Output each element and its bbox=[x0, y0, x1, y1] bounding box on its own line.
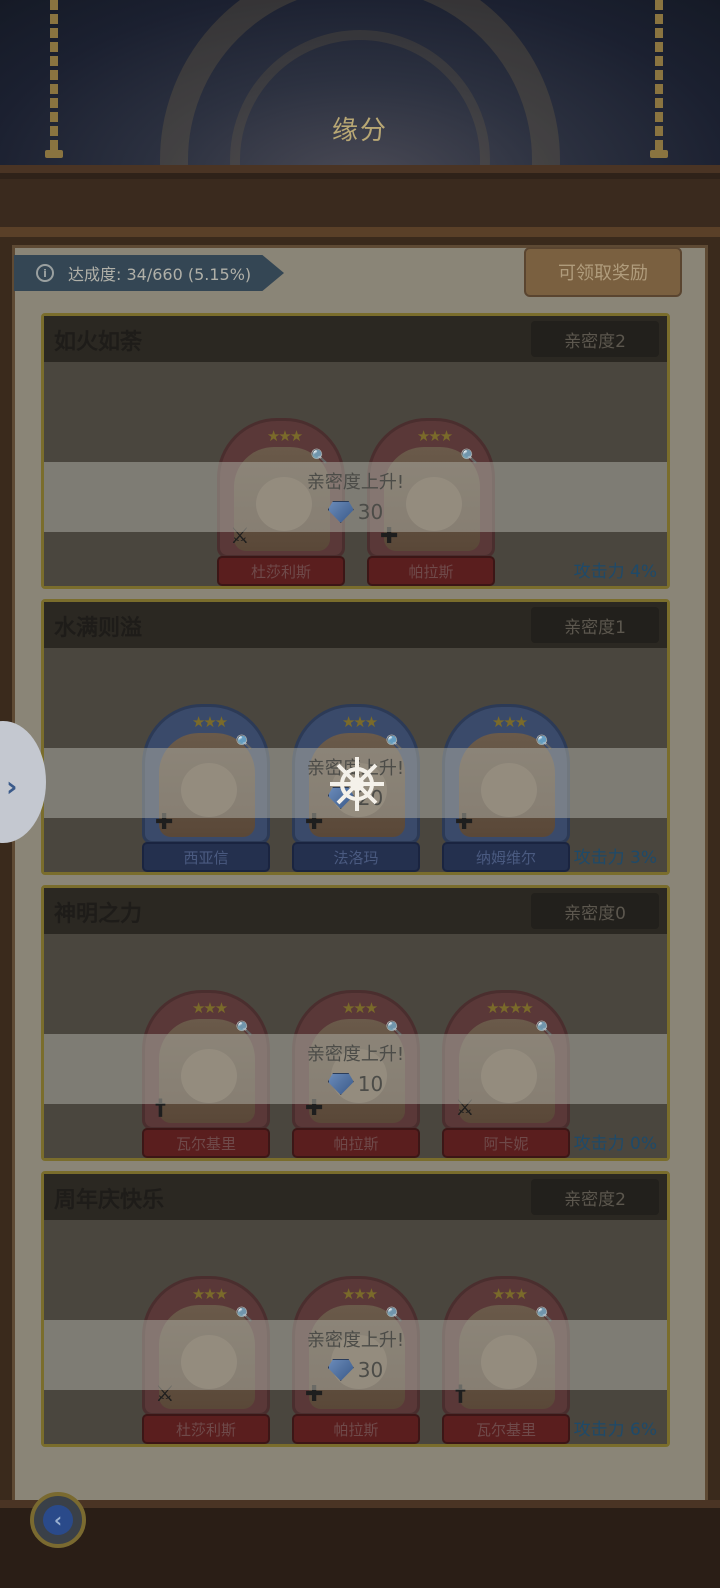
bond-card-header: 神明之力 亲密度0 bbox=[44, 888, 667, 934]
star-rating: ★★★ bbox=[341, 713, 378, 731]
achievement-label: 达成度: 34/660 (5.15%) bbox=[68, 265, 252, 284]
intimacy-badge: 亲密度0 bbox=[531, 893, 659, 929]
reward-value: 10 bbox=[357, 1072, 384, 1096]
intimacy-up-reward[interactable]: 亲密度上升! 30 bbox=[44, 462, 667, 532]
header-banner: 缘分 bbox=[0, 0, 720, 165]
attack-bonus: 攻击力 0% bbox=[573, 1134, 657, 1154]
reward-text: 亲密度上升! bbox=[306, 1044, 405, 1065]
hero-name: 西亚信 bbox=[142, 842, 270, 872]
hero-name: 阿卡妮 bbox=[442, 1128, 570, 1158]
hero-name: 瓦尔基里 bbox=[142, 1128, 270, 1158]
intimacy-up-reward[interactable]: 亲密度上升! 30 bbox=[44, 1320, 667, 1390]
star-rating: ★★★ bbox=[191, 713, 228, 731]
chain-hook-right bbox=[650, 150, 668, 158]
back-button[interactable]: ‹ bbox=[30, 1492, 86, 1548]
chain-hook-left bbox=[45, 150, 63, 158]
diamond-icon bbox=[327, 501, 354, 523]
bond-card-header: 如火如荼 亲密度2 bbox=[44, 316, 667, 362]
bond-card-header: 水满则溢 亲密度1 bbox=[44, 602, 667, 648]
bond-card[interactable]: 神明之力 亲密度0 ★★★ 🔍 † 瓦尔基里 ★★★ 🔍 ✚ 帕拉斯 ★★★★ … bbox=[41, 885, 670, 1161]
star-rating: ★★★ bbox=[491, 1285, 528, 1303]
star-rating: ★★★★ bbox=[486, 999, 534, 1017]
bond-card-body: ★★★ 🔍 ⚔ 杜莎利斯 ★★★ 🔍 ✚ 帕拉斯 亲密度上升! 30 攻击力 4… bbox=[44, 362, 667, 586]
reward-amount: 30 bbox=[44, 1358, 667, 1382]
hero-name: 杜莎利斯 bbox=[142, 1414, 270, 1444]
bond-card[interactable]: 周年庆快乐 亲密度2 ★★★ 🔍 ⚔ 杜莎利斯 ★★★ 🔍 ✚ 帕拉斯 ★★★ … bbox=[41, 1171, 670, 1447]
diamond-icon bbox=[327, 1359, 354, 1381]
bond-title: 水满则溢 bbox=[54, 616, 143, 641]
bond-title: 周年庆快乐 bbox=[54, 1188, 165, 1213]
bond-card[interactable]: 如火如荼 亲密度2 ★★★ 🔍 ⚔ 杜莎利斯 ★★★ 🔍 ✚ 帕拉斯 亲密度上升… bbox=[41, 313, 670, 589]
intimacy-badge: 亲密度1 bbox=[531, 607, 659, 643]
reward-text: 亲密度上升! bbox=[306, 1330, 405, 1351]
bond-title: 如火如荼 bbox=[54, 330, 143, 355]
diamond-icon bbox=[327, 1073, 354, 1095]
bond-card-body: ★★★ 🔍 ⚔ 杜莎利斯 ★★★ 🔍 ✚ 帕拉斯 ★★★ 🔍 † 瓦尔基里 亲密… bbox=[44, 1220, 667, 1444]
star-rating: ★★★ bbox=[416, 427, 453, 445]
star-rating: ★★★ bbox=[191, 1285, 228, 1303]
hero-name: 帕拉斯 bbox=[292, 1414, 420, 1444]
hero-name: 瓦尔基里 bbox=[442, 1414, 570, 1444]
bond-card[interactable]: 水满则溢 亲密度1 ★★★ 🔍 ✚ 西亚信 ★★★ 🔍 ✚ 法洛玛 ★★★ 🔍 … bbox=[41, 599, 670, 875]
attack-bonus: 攻击力 6% bbox=[573, 1420, 657, 1440]
intimacy-up-reward[interactable]: 亲密度上升! 10 bbox=[44, 1034, 667, 1104]
star-rating: ★★★ bbox=[341, 1285, 378, 1303]
hero-name: 帕拉斯 bbox=[292, 1128, 420, 1158]
attack-bonus: 攻击力 3% bbox=[573, 848, 657, 868]
reward-text: 亲密度上升! bbox=[306, 472, 405, 493]
star-rating: ★★★ bbox=[491, 713, 528, 731]
attack-bonus: 攻击力 4% bbox=[573, 562, 657, 582]
back-arrow-icon: ‹ bbox=[43, 1505, 73, 1535]
bond-card-header: 周年庆快乐 亲密度2 bbox=[44, 1174, 667, 1220]
page-title: 缘分 bbox=[331, 116, 388, 146]
hero-name: 帕拉斯 bbox=[367, 556, 495, 586]
hero-name: 法洛玛 bbox=[292, 842, 420, 872]
bond-screen: 缘分 i 达成度: 34/660 (5.15%) 可领取奖励 如火如荼 亲密度2… bbox=[0, 0, 720, 1588]
bond-card-body: ★★★ 🔍 † 瓦尔基里 ★★★ 🔍 ✚ 帕拉斯 ★★★★ 🔍 ⚔ 阿卡妮 亲密… bbox=[44, 934, 667, 1158]
hero-name: 杜莎利斯 bbox=[217, 556, 345, 586]
wood-divider bbox=[0, 165, 720, 237]
star-rating: ★★★ bbox=[341, 999, 378, 1017]
hero-name: 纳姆维尔 bbox=[442, 842, 570, 872]
reward-value: 30 bbox=[357, 1358, 384, 1382]
chevron-right-icon[interactable]: › bbox=[6, 770, 18, 803]
achievement-progress[interactable]: i 达成度: 34/660 (5.15%) bbox=[14, 255, 284, 291]
claim-reward-button[interactable]: 可领取奖励 bbox=[524, 247, 682, 297]
star-rating: ★★★ bbox=[266, 427, 303, 445]
star-rating: ★★★ bbox=[191, 999, 228, 1017]
intimacy-badge: 亲密度2 bbox=[531, 1179, 659, 1215]
info-icon[interactable]: i bbox=[36, 264, 54, 282]
reward-amount: 10 bbox=[44, 1072, 667, 1096]
ship-wheel-icon bbox=[330, 757, 384, 811]
reward-amount: 30 bbox=[44, 500, 667, 524]
bond-title: 神明之力 bbox=[54, 902, 143, 927]
intimacy-badge: 亲密度2 bbox=[531, 321, 659, 357]
footer-bar bbox=[0, 1500, 720, 1588]
reward-value: 30 bbox=[357, 500, 384, 524]
